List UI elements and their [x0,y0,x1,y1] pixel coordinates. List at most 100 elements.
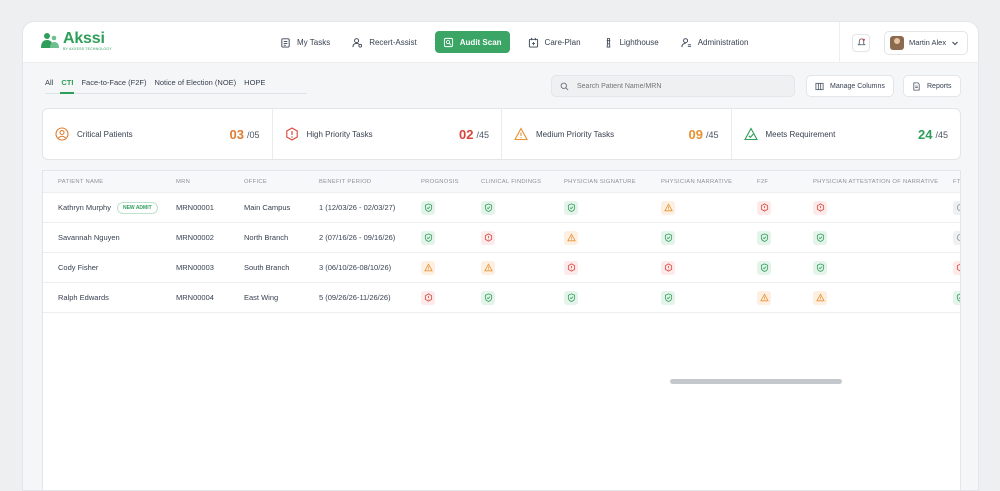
mrn-cell: MRN00003 [176,263,214,272]
mrn-cell: MRN00002 [176,233,214,242]
patient-name[interactable]: Kathryn Murphy [58,202,111,211]
column-header[interactable]: PHYSICIAN SIGNATURE [564,179,636,185]
horizontal-scrollbar[interactable] [670,379,842,384]
shield-check-icon [567,293,575,302]
table-row[interactable]: Savannah Nguyen MRN00002 North Branch 2 (07… [43,223,960,253]
top-header: Akssi BY AXXESS TECHNOLOGY My Tasks Recer… [23,22,978,63]
stat-label: Critical Patients [77,129,133,139]
reports-button[interactable]: Reports [903,75,961,97]
shield-check-icon [424,203,432,212]
status-physician-signature[interactable] [564,200,578,215]
nav-my-tasks[interactable]: My Tasks [276,31,334,53]
column-header[interactable]: OFFICE [244,179,267,185]
column-header[interactable]: PROGNOSIS [421,179,459,185]
status-physician-attestation-of-narrative[interactable] [813,290,827,305]
office-cell: North Branch [244,233,289,242]
column-header[interactable]: CLINICAL FINDINGS [481,179,541,185]
status-physician-narrative[interactable] [661,200,675,215]
stat-label: Medium Priority Tasks [536,129,615,139]
status-clinical-findings[interactable] [481,260,495,275]
status-ft[interactable] [953,290,960,305]
patient-name[interactable]: Ralph Edwards [58,293,109,302]
office-cell: East Wing [244,293,279,302]
status-ft[interactable] [953,260,960,275]
status-f2f[interactable] [757,230,771,245]
user-menu[interactable]: Martin Alex [884,30,968,55]
status-physician-signature[interactable] [564,260,578,275]
column-header[interactable]: F2F [757,179,768,185]
stat-card-medium-priority-tasks[interactable]: Medium Priority Tasks 09/45 [502,109,732,159]
status-clinical-findings[interactable] [481,230,495,245]
column-header[interactable]: BENEFIT PERIOD [319,179,371,185]
tab-cti[interactable]: CTI [60,78,75,94]
shield-check-icon [484,293,492,302]
warning-icon [815,293,825,302]
table-row[interactable]: Kathryn Murphy NEW ADMIT MRN00001 Main Camp… [43,193,960,223]
status-f2f[interactable] [757,200,771,215]
status-physician-signature[interactable] [564,290,578,305]
user-circle-icon [55,127,69,141]
table-body: Kathryn Murphy NEW ADMIT MRN00001 Main Camp… [43,193,960,313]
shield-check-icon [664,293,672,302]
bell-icon [856,38,866,46]
shield-check-icon [567,203,575,212]
search-input[interactable] [577,82,777,90]
nav-recert-assist[interactable]: Recert-Assist [348,31,421,53]
tab-all[interactable]: All [45,78,53,87]
status-f2f[interactable] [757,290,771,305]
nav-audit-scan[interactable]: Audit Scan [434,31,510,53]
column-header[interactable]: MRN [176,179,190,185]
status-physician-attestation-of-narrative[interactable] [813,200,827,215]
status-physician-attestation-of-narrative[interactable] [813,260,827,275]
status-clinical-findings[interactable] [481,200,495,215]
stat-card-critical-patients[interactable]: Critical Patients 03/05 [43,109,273,159]
status-f2f[interactable] [757,260,771,275]
office-cell: South Branch [244,263,290,272]
column-header[interactable]: PATIENT NAME [58,179,103,185]
nav-care-plan[interactable]: Care-Plan [524,31,585,53]
shield-check-icon [760,263,768,272]
status-physician-narrative[interactable] [661,260,675,275]
triangle-check-icon [743,127,758,141]
status-clinical-findings[interactable] [481,290,495,305]
patient-name[interactable]: Savannah Nguyen [58,233,120,242]
status-ft[interactable] [953,200,960,215]
table-row[interactable]: Ralph Edwards MRN00004 East Wing 5 (09/26/2… [43,283,960,313]
table-row[interactable]: Cody Fisher MRN00003 South Branch 3 (06/10/… [43,253,960,283]
stat-card-meets-requirement[interactable]: Meets Requirement 24/45 [732,109,961,159]
table-header: PATIENT NAME MRN OFFICE BENEFIT PERIOD PROGN… [43,171,960,193]
nav-administration[interactable]: Administration [677,31,753,53]
column-header[interactable]: FT [953,179,960,185]
nav-lighthouse[interactable]: Lighthouse [599,31,663,53]
status-physician-attestation-of-narrative[interactable] [813,230,827,245]
tab-hope[interactable]: HOPE [244,78,265,87]
stat-card-high-priority-tasks[interactable]: High Priority Tasks 02/45 [273,109,502,159]
patient-name[interactable]: Cody Fisher [58,263,98,272]
column-header[interactable]: PHYSICIAN NARRATIVE [661,179,732,185]
mrn-cell: MRN00001 [176,203,214,212]
period-cell: 2 (07/16/26 - 09/16/26) [319,233,396,242]
manage-columns-button[interactable]: Manage Columns [806,75,894,97]
period-cell: 3 (06/10/26-08/10/26) [319,263,392,272]
status-physician-signature[interactable] [564,230,578,245]
status-physician-narrative[interactable] [661,230,675,245]
app-logo[interactable]: Akssi BY AXXESS TECHNOLOGY [40,31,112,52]
tab-notice-of-election-noe[interactable]: Notice of Election (NOE) [154,78,236,87]
status-prognosis[interactable] [421,200,435,215]
status-ft[interactable] [953,230,960,245]
nav-label: Audit Scan [459,37,502,47]
patient-name-cell: Kathryn Murphy NEW ADMIT [58,201,158,214]
status-prognosis[interactable] [421,260,435,275]
status-prognosis[interactable] [421,290,435,305]
lighthouse-icon [606,37,610,47]
status-physician-narrative[interactable] [661,290,675,305]
tab-face-to-face-f2f[interactable]: Face-to-Face (F2F) [81,78,146,87]
warning-icon [759,293,769,302]
stat-value: 02 [459,126,474,142]
column-header[interactable]: PHYSICIAN ATTESTATION OF NARRATIVE [813,179,938,185]
notification-button[interactable] [852,33,870,52]
status-prognosis[interactable] [421,230,435,245]
shield-check-icon [760,233,768,242]
stat-value: 09 [688,126,703,142]
search-box[interactable] [551,75,795,97]
